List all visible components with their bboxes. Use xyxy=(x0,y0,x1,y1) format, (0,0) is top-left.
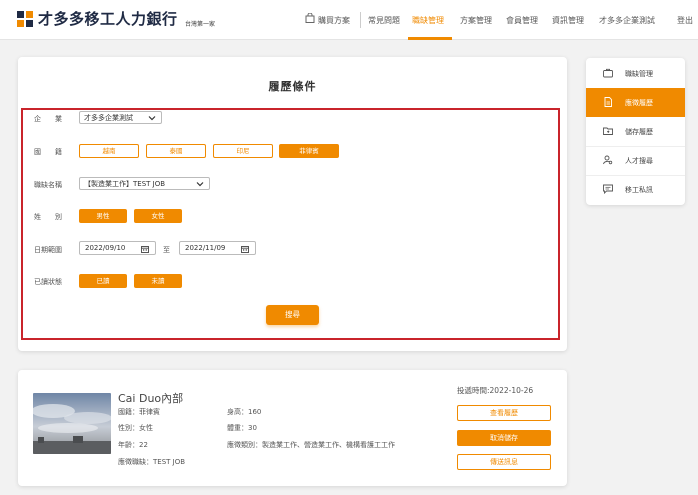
candidate-age: 年齡：22 xyxy=(118,441,148,449)
nav-company-name[interactable]: 才多多企業測試 xyxy=(599,15,655,55)
chevron-down-icon xyxy=(148,116,156,121)
sidebar-item-applied-resumes[interactable]: 應徵履歷 xyxy=(586,88,685,117)
gender-label: 姓 別 xyxy=(34,213,62,221)
submit-time: 投遞時間:2022-10-26 xyxy=(457,386,534,395)
unsave-button[interactable]: 取消儲存 xyxy=(457,430,551,446)
nationality-vietnam-button[interactable]: 越南 xyxy=(79,144,139,158)
logo-text[interactable]: 才多多移工人力銀行 xyxy=(38,8,178,29)
job-name-select[interactable]: 【製造業工作】TEST JOB xyxy=(79,177,210,190)
sidebar-item-label: 儲存履歷 xyxy=(625,128,653,136)
date-from-input[interactable]: 2022/09/10 xyxy=(79,241,156,255)
folder-icon xyxy=(603,127,613,135)
sidebar-item-saved-resumes[interactable]: 儲存履歷 xyxy=(586,117,685,146)
date-to-value: 2022/11/09 xyxy=(185,244,226,252)
chevron-down-icon xyxy=(196,182,204,187)
date-from-value: 2022/09/10 xyxy=(85,244,126,252)
sidebar-item-label: 人才搜尋 xyxy=(625,157,653,165)
job-name-label: 職缺名稱 xyxy=(34,181,62,189)
company-label: 企 業 xyxy=(34,115,62,123)
nav-logout[interactable]: 登出 xyxy=(677,15,693,55)
sidebar-item-label: 應徵履歷 xyxy=(625,99,653,107)
candidate-height: 身高：160 xyxy=(227,408,262,416)
user-search-icon xyxy=(603,155,613,165)
gender-male-button[interactable]: 男性 xyxy=(79,209,127,223)
top-header: 才多多移工人力銀行 台灣第一家 購買方案 常見問題 職缺管理 方案管理 會員管理… xyxy=(0,0,698,40)
document-icon xyxy=(604,97,612,107)
company-select-value: 才多多企業測試 xyxy=(84,114,133,122)
nationality-thailand-button[interactable]: 泰國 xyxy=(146,144,206,158)
sidebar-menu: 職缺管理 應徵履歷 儲存履歷 人才搜尋 移工私訊 xyxy=(586,58,685,205)
search-button[interactable]: 搜尋 xyxy=(266,305,319,325)
company-select[interactable]: 才多多企業測試 xyxy=(79,111,162,124)
logo-subtitle: 台灣第一家 xyxy=(185,21,216,28)
nav-buy-plan[interactable]: 購買方案 xyxy=(318,15,350,55)
date-to-label: 至 xyxy=(163,246,170,254)
date-range-label: 日期範圍 xyxy=(34,246,62,254)
sidebar-item-label: 移工私訊 xyxy=(625,186,653,194)
nav-faq[interactable]: 常見問題 xyxy=(368,15,400,55)
candidate-gender: 性別：女性 xyxy=(118,424,153,432)
candidate-photo[interactable] xyxy=(33,393,111,454)
sidebar-item-label: 職缺管理 xyxy=(625,70,653,78)
nav-job-management[interactable]: 職缺管理 xyxy=(412,15,444,55)
candidate-card: Cai Duo內部 國籍：菲律賓 性別：女性 年齡：22 應徵職缺：TEST J… xyxy=(18,370,567,486)
nationality-philippines-button[interactable]: 菲律賓 xyxy=(279,144,339,158)
calendar-icon xyxy=(141,246,149,253)
sidebar-item-talent-search[interactable]: 人才搜尋 xyxy=(586,146,685,175)
sidebar-item-worker-messages[interactable]: 移工私訊 xyxy=(586,175,685,204)
shopping-bag-icon[interactable] xyxy=(305,13,315,23)
candidate-applied-job: 應徵職缺：TEST JOB xyxy=(118,458,186,466)
nationality-indonesia-button[interactable]: 印尼 xyxy=(213,144,273,158)
send-message-button[interactable]: 傳送訊息 xyxy=(457,454,551,470)
logo-icon xyxy=(17,11,33,27)
chat-icon xyxy=(603,184,613,194)
nav-member-management[interactable]: 會員管理 xyxy=(506,15,538,55)
job-name-select-value: 【製造業工作】TEST JOB xyxy=(84,180,166,188)
candidate-job-types: 應徵類別：製造業工作、營造業工作、機構看護工工作 xyxy=(227,441,395,449)
view-resume-button[interactable]: 查看履歷 xyxy=(457,405,551,421)
read-button[interactable]: 已讀 xyxy=(79,274,127,288)
candidate-name[interactable]: Cai Duo內部 xyxy=(118,390,183,406)
sidebar-item-job-management[interactable]: 職缺管理 xyxy=(586,59,685,88)
briefcase-icon xyxy=(603,68,613,78)
filter-title: 履歷條件 xyxy=(268,80,317,93)
nav-info-management[interactable]: 資訊管理 xyxy=(552,15,584,55)
nationality-label: 國 籍 xyxy=(34,148,62,156)
gender-female-button[interactable]: 女性 xyxy=(134,209,182,223)
nav-active-indicator xyxy=(408,37,452,40)
candidate-weight: 體重：30 xyxy=(227,424,257,432)
date-to-input[interactable]: 2022/11/09 xyxy=(179,241,256,255)
unread-button[interactable]: 未讀 xyxy=(134,274,182,288)
candidate-nationality: 國籍：菲律賓 xyxy=(118,408,160,416)
read-status-label: 已讀狀態 xyxy=(34,278,62,286)
nav-separator xyxy=(360,12,361,28)
nav-plan-management[interactable]: 方案管理 xyxy=(460,15,492,55)
calendar-icon xyxy=(241,246,249,253)
